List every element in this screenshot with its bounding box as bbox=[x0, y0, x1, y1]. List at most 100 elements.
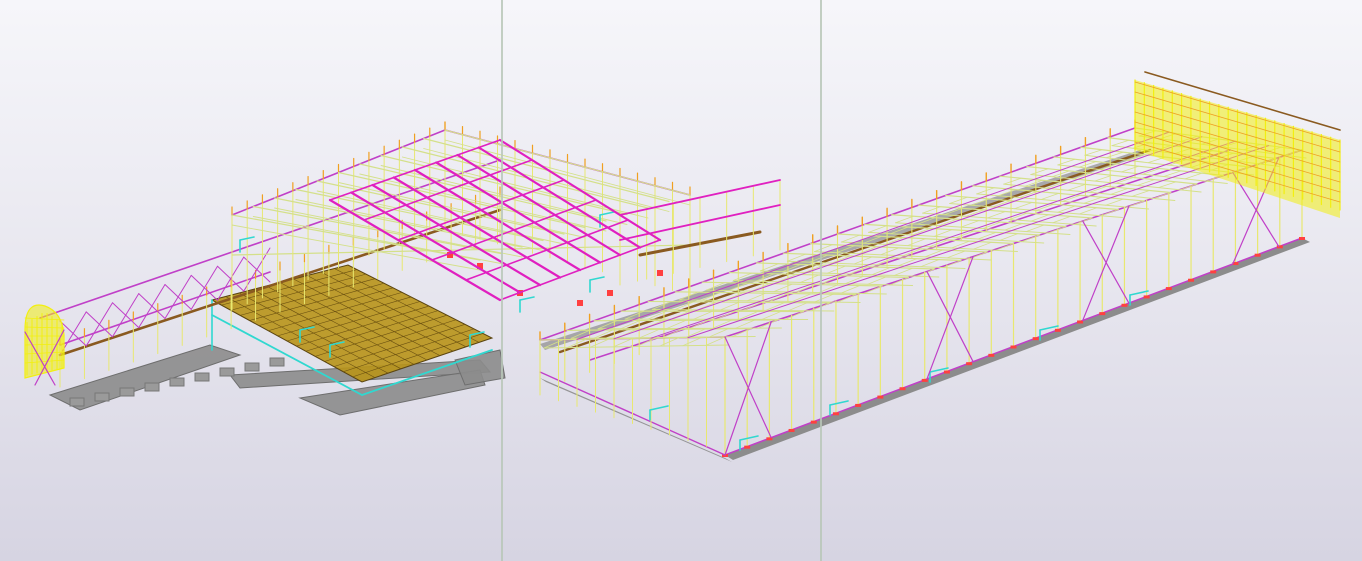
truss-web bbox=[731, 328, 752, 338]
cyan-member bbox=[739, 435, 759, 441]
hall-truss bbox=[252, 205, 502, 255]
truss-web bbox=[784, 311, 805, 320]
hanger-mark bbox=[657, 270, 663, 276]
truss-web bbox=[705, 336, 726, 346]
truss-web bbox=[942, 260, 962, 268]
truss-web bbox=[1184, 172, 1203, 180]
truss-web bbox=[1014, 202, 1033, 210]
truss-web bbox=[1094, 174, 1113, 182]
base-plate-mark bbox=[810, 420, 817, 424]
wing-x-brace bbox=[190, 265, 218, 310]
truss-web bbox=[1030, 214, 1050, 222]
truss-web bbox=[1078, 207, 1098, 215]
truss-web bbox=[868, 225, 887, 233]
truss-web bbox=[893, 267, 913, 276]
wall-x-brace bbox=[926, 270, 974, 363]
truss-web bbox=[826, 265, 846, 274]
truss-web bbox=[1004, 223, 1023, 231]
truss-web bbox=[1052, 215, 1071, 224]
hanger-mark bbox=[577, 300, 583, 306]
truss-web bbox=[682, 336, 703, 347]
truss-web bbox=[949, 196, 968, 204]
truss-web bbox=[1158, 181, 1177, 189]
base-plate-mark bbox=[1121, 303, 1128, 307]
truss-web bbox=[612, 338, 633, 348]
truss-web bbox=[1126, 200, 1146, 208]
truss-web bbox=[1067, 183, 1086, 191]
truss-web bbox=[1083, 196, 1103, 204]
cyan-member bbox=[649, 405, 669, 411]
truss-web bbox=[1084, 149, 1103, 156]
truss-web bbox=[853, 256, 873, 265]
pad-footing bbox=[269, 357, 285, 367]
truss-web bbox=[1040, 193, 1060, 200]
base-plate-mark bbox=[1143, 295, 1150, 299]
base-plate-mark bbox=[1188, 278, 1195, 282]
right-building-gable-cladding bbox=[1134, 71, 1341, 218]
truss-web bbox=[1105, 198, 1124, 206]
base-plate-mark bbox=[788, 428, 795, 432]
truss-web bbox=[1110, 188, 1129, 195]
truss-web bbox=[773, 283, 793, 293]
truss-web bbox=[863, 285, 883, 294]
truss-web bbox=[1121, 165, 1139, 173]
base-plate-mark bbox=[1165, 287, 1172, 291]
purlin-longitudinal bbox=[650, 140, 1236, 339]
truss-web bbox=[837, 294, 857, 303]
base-plate-mark bbox=[855, 403, 862, 407]
truss-web bbox=[951, 240, 970, 249]
base-plate-mark bbox=[1032, 337, 1039, 341]
truss-web bbox=[907, 238, 926, 246]
left-complex-arch bbox=[24, 304, 65, 386]
truss-web bbox=[758, 319, 778, 329]
pad-footing bbox=[144, 382, 160, 392]
truss-web bbox=[1111, 139, 1130, 147]
foundation-slab bbox=[454, 349, 506, 386]
truss-web bbox=[995, 243, 1014, 251]
right-building-frame bbox=[539, 119, 1305, 457]
model-viewport[interactable] bbox=[0, 0, 1362, 561]
truss-web bbox=[968, 251, 988, 260]
truss-web bbox=[916, 268, 936, 277]
left-complex-magenta-beams bbox=[328, 138, 781, 302]
truss-web bbox=[840, 285, 861, 294]
base-plate-mark bbox=[1099, 312, 1106, 316]
truss-web bbox=[960, 220, 980, 228]
truss-web bbox=[1003, 177, 1022, 185]
truss-web bbox=[1131, 190, 1150, 197]
truss-web bbox=[922, 206, 941, 214]
view-divider-left[interactable] bbox=[501, 0, 503, 561]
truss-web bbox=[1025, 224, 1045, 232]
base-plate-mark bbox=[1054, 328, 1061, 332]
view-divider-right[interactable] bbox=[820, 0, 822, 561]
pad-footing bbox=[194, 372, 210, 382]
purlin-longitudinal bbox=[687, 145, 1270, 339]
base-plate-mark bbox=[744, 445, 751, 449]
pad-footing bbox=[244, 362, 260, 372]
truss-web bbox=[1021, 234, 1041, 243]
base-plate-mark bbox=[1299, 237, 1305, 240]
truss-web bbox=[867, 276, 887, 285]
base-plate-mark bbox=[966, 362, 973, 366]
truss-web bbox=[1057, 205, 1076, 213]
cyan-member bbox=[519, 296, 535, 301]
hanger-mark bbox=[607, 290, 613, 296]
truss-web bbox=[976, 187, 995, 195]
wall-x-brace bbox=[724, 336, 772, 439]
truss-web bbox=[788, 302, 808, 312]
base-plate-mark bbox=[1077, 320, 1084, 324]
right-building-bracing bbox=[576, 131, 1280, 456]
base-plate-mark bbox=[1010, 345, 1017, 349]
cyan-member bbox=[589, 276, 605, 281]
truss-web bbox=[946, 250, 966, 259]
pad-footing bbox=[219, 367, 235, 377]
truss-web bbox=[1047, 226, 1067, 234]
truss-web bbox=[880, 247, 900, 256]
base-plate-mark bbox=[899, 387, 906, 391]
pad-footing bbox=[94, 392, 110, 402]
truss-web bbox=[977, 231, 997, 240]
truss-web bbox=[719, 301, 740, 311]
truss-web bbox=[814, 293, 834, 303]
base-plate-mark bbox=[1210, 270, 1217, 274]
base-plate-mark bbox=[988, 353, 995, 357]
